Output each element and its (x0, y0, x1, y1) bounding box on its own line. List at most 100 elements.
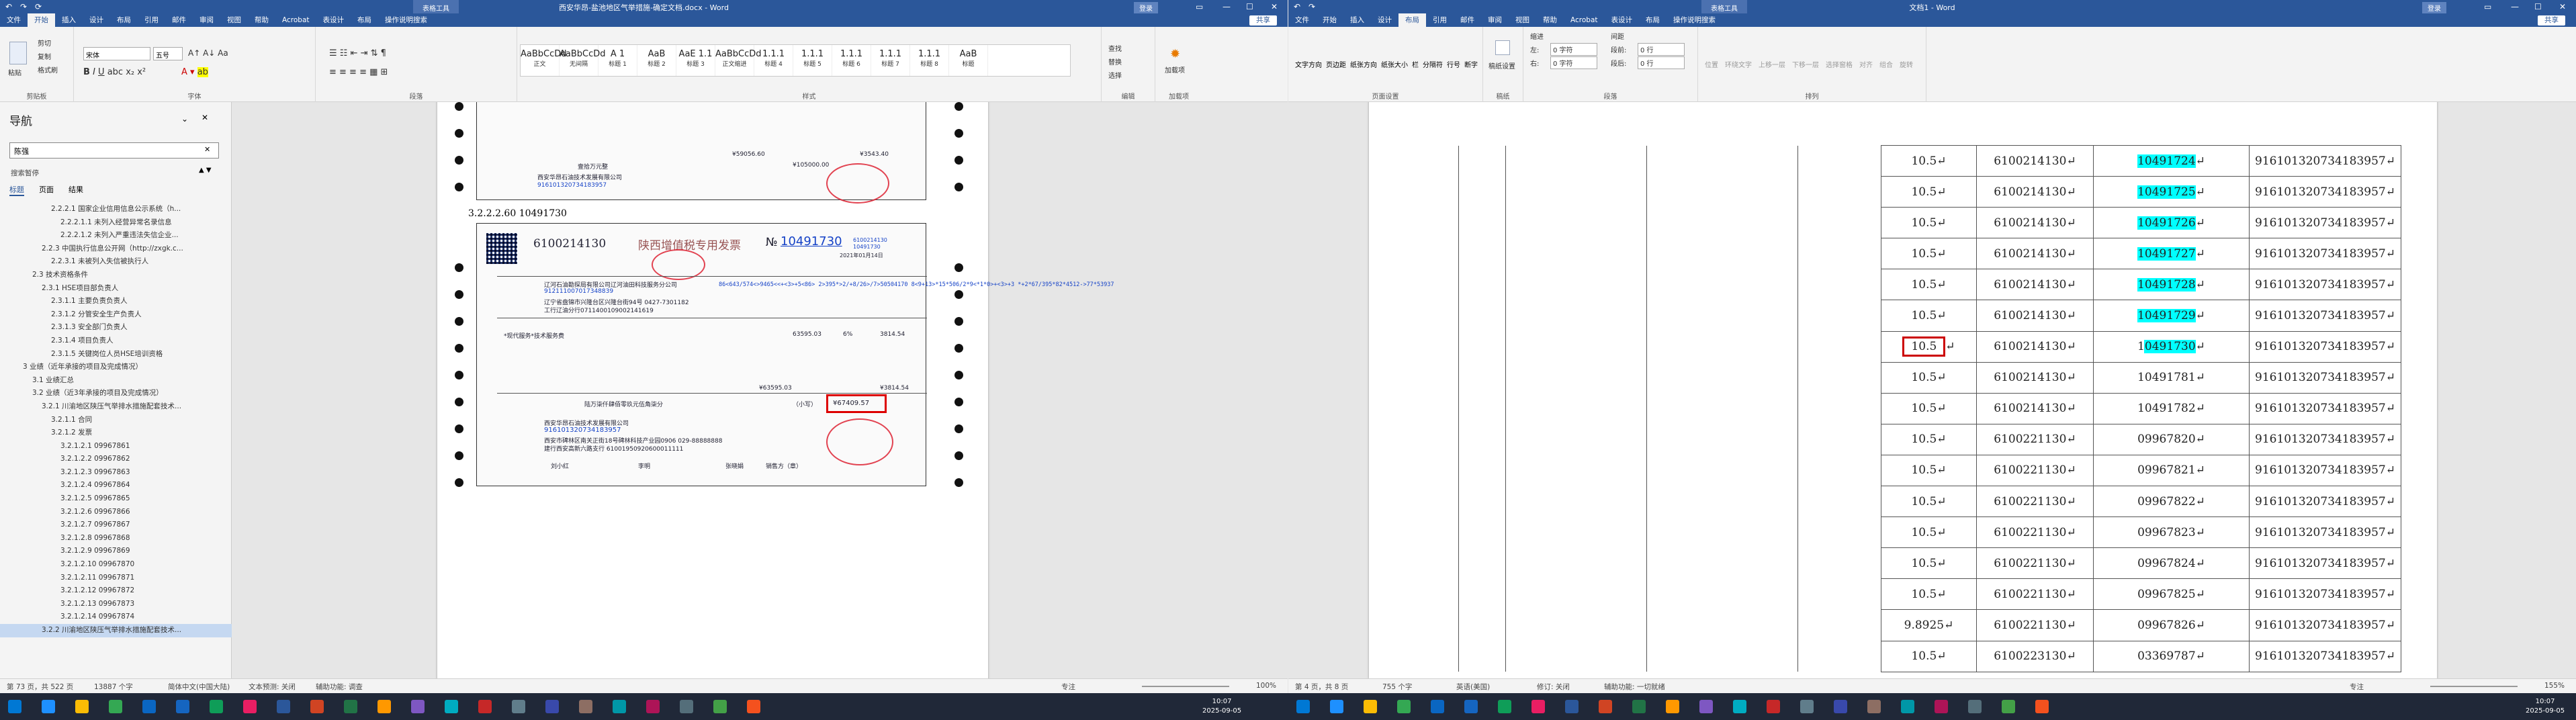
taskbar-app-icon[interactable] (613, 700, 626, 713)
arrange-item[interactable]: 下移一层 (1792, 36, 1819, 69)
invoice-number-cell[interactable]: 10491782↵ (2093, 392, 2250, 424)
nav-tab-headings[interactable]: 标题 (9, 184, 24, 196)
invoice-number-cell[interactable]: 10491725↵ (2093, 176, 2250, 208)
tab-acrobat[interactable]: Acrobat (275, 13, 316, 27)
taskbar-app-icon[interactable] (1901, 700, 1914, 713)
empty-cell[interactable] (1458, 300, 1506, 332)
nav-heading-item[interactable]: 2.2.2.1 国家企业信用信息公示系统（h... (0, 203, 232, 216)
indent-right-input[interactable]: 0 字符 (1550, 56, 1597, 69)
tax-id-cell[interactable]: 916101320734183957↵ (2249, 578, 2401, 611)
tab-layout[interactable]: 布局 (110, 13, 138, 27)
taskbar-app-icon[interactable] (1565, 700, 1579, 713)
ribbon-display-icon[interactable]: ▭ (1196, 2, 1203, 11)
empty-cell[interactable] (1458, 516, 1506, 548)
empty-cell[interactable] (1458, 176, 1506, 208)
amount-cell[interactable]: 10.5↵ (1881, 392, 1977, 424)
taskbar-app-icon[interactable] (1599, 700, 1612, 713)
invoice-code-cell[interactable]: 6100221130↵ (1976, 516, 2094, 549)
taskbar-app-icon[interactable] (243, 700, 257, 713)
nav-heading-item[interactable]: 3.2.1.2.13 09967873 (0, 598, 232, 611)
taskbar-app-icon[interactable] (1364, 700, 1377, 713)
taskbar-app-icon[interactable] (8, 700, 21, 713)
find-button[interactable]: 查找 (1108, 43, 1122, 53)
nav-heading-item[interactable]: 3.2.1 川渝地区陕压气举排水措施配套技术... (0, 400, 232, 414)
invoice-number-cell[interactable]: 09967820↵ (2093, 423, 2250, 455)
tax-id-cell[interactable]: 916101320734183957↵ (2249, 176, 2401, 208)
nav-heading-item[interactable]: 3.2.1.2.3 09967863 (0, 466, 232, 480)
accessibility[interactable]: 辅助功能: 调查 (316, 682, 363, 692)
invoice-code-cell[interactable]: 6100214130↵ (1976, 361, 2094, 394)
manuscript-button[interactable]: 稿纸设置 (1489, 60, 1515, 71)
empty-cell[interactable] (1797, 238, 1881, 269)
taskbar-app-icon[interactable] (377, 700, 391, 713)
tax-id-cell[interactable]: 916101320734183957↵ (2249, 207, 2401, 239)
tab-view[interactable]: 视图 (220, 13, 248, 27)
manuscript-icon[interactable] (1495, 40, 1510, 55)
empty-cell[interactable] (1646, 424, 1798, 455)
amount-cell[interactable]: 10.5↵ (1881, 269, 1977, 301)
amount-cell[interactable]: 10.5↵ (1881, 640, 1977, 672)
empty-cell[interactable] (1646, 486, 1798, 517)
invoice-number-cell[interactable]: 09967822↵ (2093, 486, 2250, 518)
bold-icon[interactable]: B I U abc x₂ x² (83, 67, 146, 77)
amount-cell[interactable]: 10.5↵ (1881, 423, 1977, 455)
tax-id-cell[interactable]: 916101320734183957↵ (2249, 486, 2401, 518)
empty-cell[interactable] (1646, 331, 1798, 363)
style-body-indent[interactable]: AaBbCcDd 正文缩进 (715, 45, 762, 76)
text-prediction[interactable]: 文本预测: 关闭 (249, 682, 296, 692)
taskbar-app-icon[interactable] (277, 700, 290, 713)
empty-cell[interactable] (1646, 547, 1798, 579)
empty-cell[interactable] (1458, 578, 1506, 610)
taskbar-app-icon[interactable] (1767, 700, 1780, 713)
taskbar-app-icon[interactable] (1498, 700, 1511, 713)
tax-id-cell[interactable]: 916101320734183957↵ (2249, 454, 2401, 487)
invoice-code-cell[interactable]: 6100221130↵ (1976, 578, 2094, 611)
empty-cell[interactable] (1646, 393, 1798, 424)
tax-id-cell[interactable]: 916101320734183957↵ (2249, 330, 2401, 363)
amount-cell[interactable]: 10.5↵ (1881, 207, 1977, 239)
tab-view[interactable]: 视图 (1509, 13, 1536, 27)
nav-heading-item[interactable]: 2.3.1.5 关键岗位人员HSE培训资格 (0, 348, 232, 361)
empty-cell[interactable] (1797, 207, 1881, 238)
taskbar-app-icon[interactable] (1296, 700, 1310, 713)
tab-layout[interactable]: 布局 (1398, 13, 1426, 27)
minimize-icon[interactable]: — (1223, 2, 1231, 11)
tab-references[interactable]: 引用 (1426, 13, 1454, 27)
tab-review[interactable]: 审阅 (193, 13, 220, 27)
page-count[interactable]: 第 73 页，共 522 页 (7, 682, 73, 692)
amount-cell[interactable]: 10.5↵ (1881, 486, 1977, 518)
close-icon[interactable]: ✕ (1271, 2, 1278, 11)
arrange-item[interactable]: 位置 (1705, 36, 1718, 69)
tab-help[interactable]: 帮助 (1536, 13, 1564, 27)
empty-cell[interactable] (1797, 176, 1881, 208)
tab-home[interactable]: 开始 (28, 13, 55, 27)
arrange-item[interactable]: 上移一层 (1759, 36, 1785, 69)
tab-insert[interactable]: 插入 (1343, 13, 1371, 27)
amount-cell[interactable]: 10.5↵ (1881, 361, 1977, 394)
tab-table-layout[interactable]: 布局 (351, 13, 378, 27)
nav-heading-item[interactable]: 3.2.1.1 合同 (0, 414, 232, 427)
taskbar-app-icon[interactable] (680, 700, 693, 713)
align-icon[interactable]: ≡ ≡ ≡ ≡ ▦ ⊞ (329, 67, 388, 77)
taskbar-app-icon[interactable] (142, 700, 156, 713)
nav-heading-item[interactable]: 2.2.3 中国执行信息公开网（http://zxgk.c... (0, 242, 232, 256)
empty-cell[interactable] (1505, 238, 1647, 269)
amount-cell[interactable]: 10.5↵ (1881, 454, 1977, 487)
tab-table-design[interactable]: 表设计 (1605, 13, 1640, 27)
empty-cell[interactable] (1458, 486, 1506, 517)
word-count[interactable]: 13887 个字 (94, 682, 133, 692)
nav-heading-item[interactable]: 2.3.1.1 主要负责负责人 (0, 295, 232, 308)
addin-icon[interactable]: ✹ (1170, 47, 1180, 61)
invoice-code-cell[interactable]: 6100221130↵ (1976, 454, 2094, 487)
taskbar-app-icon[interactable] (1968, 700, 1982, 713)
style-heading4[interactable]: 1.1.1 标题 4 (754, 45, 793, 76)
nav-tab-pages[interactable]: 页面 (39, 184, 54, 196)
invoice-number-cell[interactable]: 10491727↵ (2093, 238, 2250, 270)
taskbar-app-icon[interactable] (1733, 700, 1746, 713)
tax-id-cell[interactable]: 916101320734183957↵ (2249, 300, 2401, 332)
nav-heading-item[interactable]: 3.2 业绩（近3年承接的项目及完成情况） (0, 387, 232, 400)
tab-help[interactable]: 帮助 (248, 13, 275, 27)
taskbar-app-icon[interactable] (2035, 700, 2049, 713)
taskbar-app-icon[interactable] (1431, 700, 1444, 713)
arrange-item[interactable]: 对齐 (1859, 36, 1873, 69)
